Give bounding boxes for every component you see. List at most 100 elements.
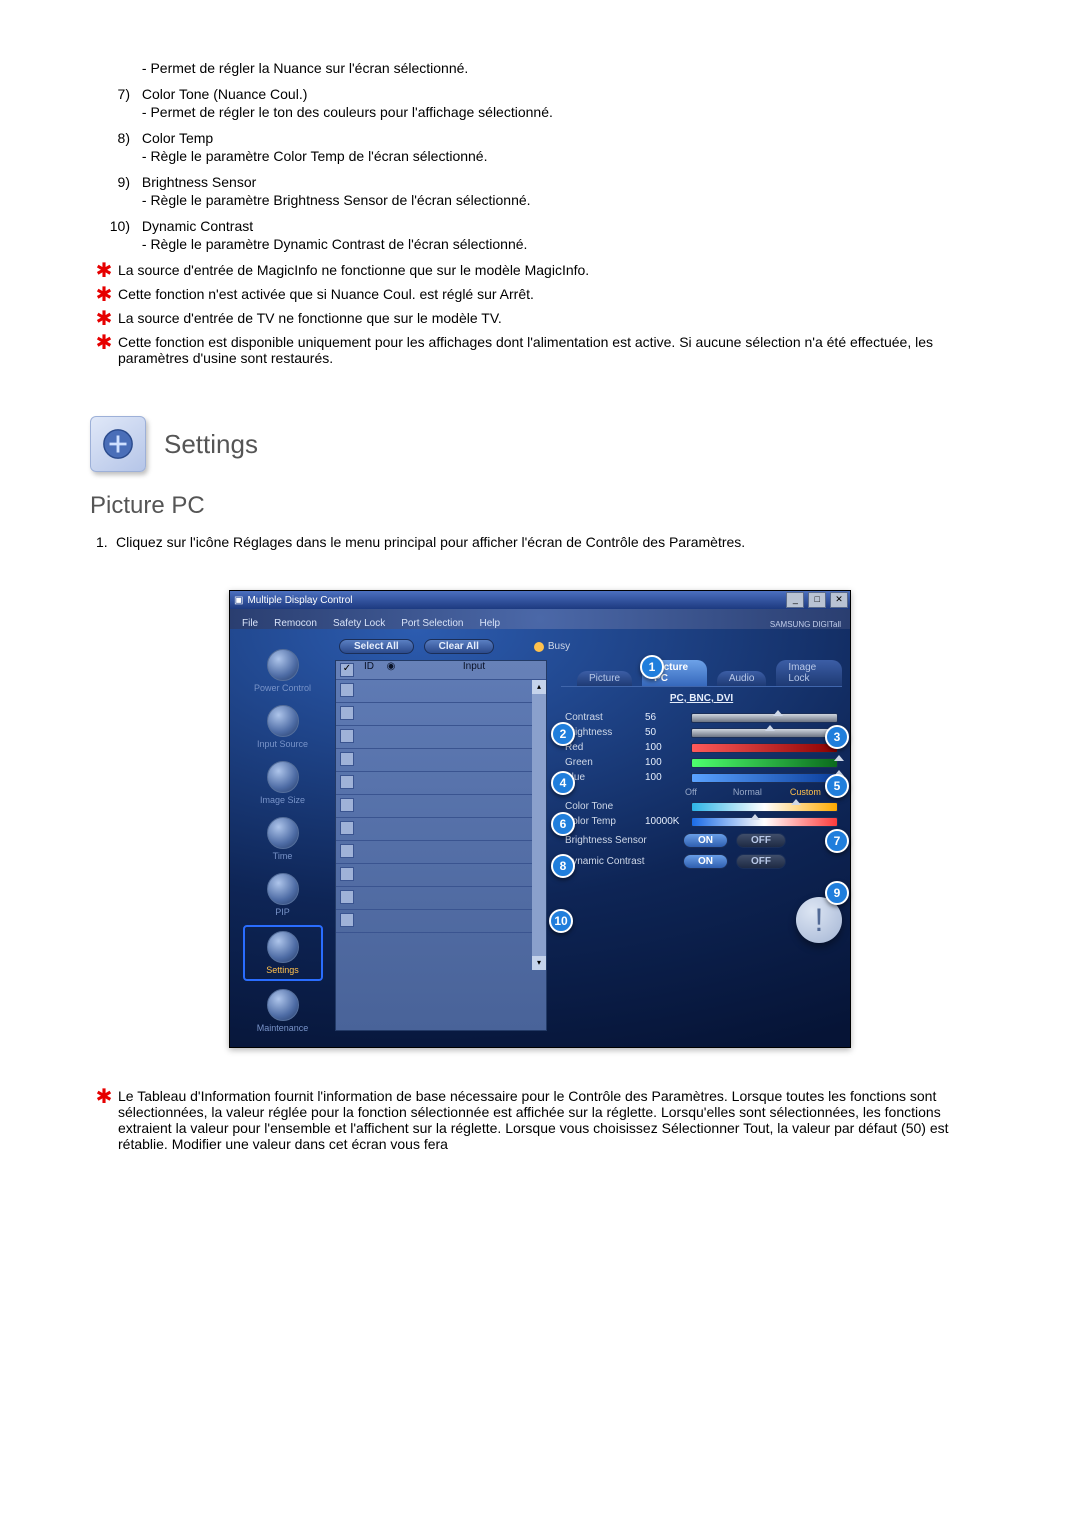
note-row: ✱La source d'entrée de TV ne fonctionne … (90, 310, 990, 328)
sidebar-item-power-control[interactable]: Power Control (245, 645, 321, 697)
row-checkbox[interactable] (340, 798, 354, 812)
app-icon: ▣ (234, 595, 243, 606)
size-icon (267, 761, 299, 793)
table-row[interactable] (336, 726, 532, 749)
row-checkbox[interactable] (340, 890, 354, 904)
page-heading: Settings (164, 429, 258, 460)
brightness-sensor-off-button[interactable]: OFF (736, 833, 786, 848)
section-header-settings: Settings (90, 416, 990, 472)
table-row[interactable] (336, 703, 532, 726)
clear-all-button[interactable]: Clear All (424, 639, 494, 654)
sidebar-item-time[interactable]: Time (245, 813, 321, 865)
note-row: ✱Cette fonction n'est activée que si Nua… (90, 286, 990, 304)
callout-5: 5 (825, 774, 849, 798)
menu-remocon[interactable]: Remocon (266, 618, 325, 629)
tab-picture[interactable]: Picture (577, 671, 632, 686)
close-button[interactable]: ✕ (830, 592, 848, 608)
scrollbar[interactable]: ▴▾ (532, 680, 546, 970)
table-header-row: ID ◉ Input (336, 661, 546, 680)
callout-9: 9 (825, 881, 849, 905)
settings-icon (267, 931, 299, 963)
maximize-button[interactable]: □ (808, 592, 826, 608)
panel-subheading: PC, BNC, DVI (565, 693, 838, 708)
star-icon: ✱ (90, 286, 118, 304)
dynamic-contrast-on-button[interactable]: ON (683, 854, 728, 869)
table-row[interactable] (336, 749, 532, 772)
row-checkbox[interactable] (340, 821, 354, 835)
row-checkbox[interactable] (340, 706, 354, 720)
row-checkbox[interactable] (340, 913, 354, 927)
callout-7: 7 (825, 829, 849, 853)
scroll-down-icon: ▾ (532, 956, 546, 970)
time-icon (267, 817, 299, 849)
sidebar-item-maintenance[interactable]: Maintenance (245, 985, 321, 1037)
row-checkbox[interactable] (340, 683, 354, 697)
table-row[interactable] (336, 818, 532, 841)
row-brightness-sensor: Brightness Sensor ON OFF (565, 833, 838, 848)
slider-green[interactable] (691, 758, 838, 768)
slider-color-temp[interactable] (691, 817, 838, 827)
list-item: 7) Color Tone (Nuance Coul.) - Permet de… (90, 86, 990, 120)
main-area: Select All Clear All Busy ID ◉ (335, 629, 850, 1037)
tone-option-labels: Off Normal Custom (685, 787, 838, 797)
menu-bar: File Remocon Safety Lock Port Selection … (230, 609, 850, 629)
row-dynamic-contrast: Dynamic Contrast ON OFF (565, 854, 838, 869)
scroll-up-icon: ▴ (532, 680, 546, 694)
minimize-button[interactable]: _ (786, 592, 804, 608)
star-icon: ✱ (90, 262, 118, 280)
menu-safety-lock[interactable]: Safety Lock (325, 618, 393, 629)
row-brightness: Brightness 50 (565, 727, 838, 738)
star-icon: ✱ (90, 334, 118, 366)
table-row[interactable] (336, 772, 532, 795)
slider-color-tone[interactable] (691, 802, 838, 812)
source-icon (267, 705, 299, 737)
row-checkbox[interactable] (340, 867, 354, 881)
window-title: Multiple Display Control (247, 595, 352, 606)
slider-contrast[interactable] (691, 713, 838, 723)
footer-note-text: Le Tableau d'Information fournit l'infor… (118, 1088, 990, 1152)
callout-2: 2 (551, 722, 575, 746)
step-1: 1. Cliquez sur l'icône Réglages dans le … (90, 534, 990, 550)
row-checkbox[interactable] (340, 752, 354, 766)
busy-indicator: Busy (534, 641, 570, 652)
callout-3: 3 (825, 725, 849, 749)
tab-audio[interactable]: Audio (717, 671, 767, 686)
tab-image-lock[interactable]: Image Lock (776, 660, 842, 686)
subheading-picture-pc: Picture PC (90, 492, 990, 520)
sidebar-item-image-size[interactable]: Image Size (245, 757, 321, 809)
sidebar-item-input-source[interactable]: Input Source (245, 701, 321, 753)
table-row[interactable] (336, 795, 532, 818)
select-all-button[interactable]: Select All (339, 639, 414, 654)
table-row[interactable] (336, 910, 532, 933)
callout-10: 10 (549, 909, 573, 933)
menu-help[interactable]: Help (471, 618, 508, 629)
page-container: - Permet de régler la Nuance sur l'écran… (90, 60, 990, 1152)
list-item: 8) Color Temp - Règle le paramètre Color… (90, 130, 990, 164)
brightness-sensor-on-button[interactable]: ON (683, 833, 728, 848)
table-row[interactable] (336, 887, 532, 910)
star-icon: ✱ (90, 1088, 118, 1152)
callout-8: 8 (551, 854, 575, 878)
menu-file[interactable]: File (234, 618, 266, 629)
row-checkbox[interactable] (340, 729, 354, 743)
row-checkbox[interactable] (340, 775, 354, 789)
maintenance-icon (267, 989, 299, 1021)
table-row[interactable] (336, 841, 532, 864)
sidebar-item-pip[interactable]: PIP (245, 869, 321, 921)
table-row[interactable] (336, 680, 532, 703)
callout-4: 4 (551, 771, 575, 795)
row-blue: Blue 100 (565, 772, 838, 783)
row-checkbox[interactable] (340, 844, 354, 858)
slider-red[interactable] (691, 743, 838, 753)
row-green: Green 100 (565, 757, 838, 768)
slider-blue[interactable] (691, 773, 838, 783)
table-row[interactable] (336, 864, 532, 887)
menu-port-selection[interactable]: Port Selection (393, 618, 471, 629)
settings-panel: Picture Picture PC Audio Image Lock PC, … (561, 660, 842, 1031)
slider-brightness[interactable] (691, 728, 838, 738)
sidebar-item-settings[interactable]: Settings (243, 925, 323, 981)
dynamic-contrast-off-button[interactable]: OFF (736, 854, 786, 869)
brand-text: SAMSUNG DIGITall (770, 620, 846, 629)
sidebar: Power Control Input Source Image Size Ti… (230, 629, 335, 1037)
power-icon (267, 649, 299, 681)
